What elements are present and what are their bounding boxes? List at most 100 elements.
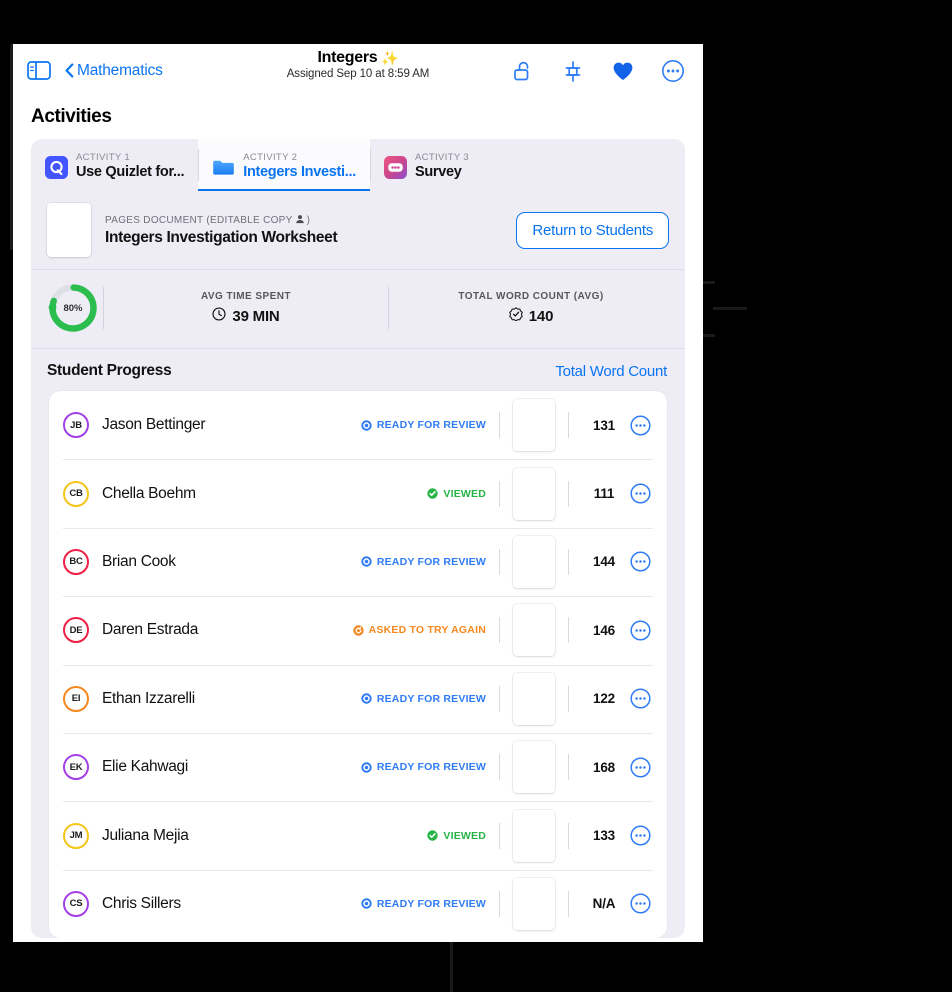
table-row[interactable]: JM Juliana Mejia VIEWED 133	[49, 801, 667, 869]
activity-tab-3[interactable]: ACTIVITY 3 Survey	[369, 139, 508, 191]
back-button[interactable]: Mathematics	[65, 62, 163, 80]
table-row[interactable]: CS Chris Sillers READY FOR REVIEW N/A	[49, 869, 667, 938]
document-row: PAGES DOCUMENT (EDITABLE COPY ) Integers…	[31, 191, 685, 270]
clock-icon	[212, 307, 226, 325]
word-count-value: 168	[593, 759, 615, 775]
ready-circle-icon	[361, 556, 372, 568]
row-more-options-icon[interactable]	[630, 415, 651, 436]
table-row[interactable]: EK Elie Kahwagi READY FOR REVIEW 168	[49, 732, 667, 801]
worksheet-thumbnail[interactable]	[513, 741, 555, 794]
status-label: READY FOR REVIEW	[376, 419, 486, 432]
row-divider	[568, 617, 569, 644]
row-divider	[568, 412, 569, 439]
status-label: READY FOR REVIEW	[376, 897, 486, 910]
row-more-options-icon[interactable]	[630, 825, 651, 846]
status-badge: READY FOR REVIEW	[361, 761, 486, 773]
worksheet-thumbnail[interactable]	[513, 535, 555, 588]
status-badge: READY FOR REVIEW	[361, 898, 486, 910]
return-to-students-button[interactable]: Return to Students	[516, 211, 669, 249]
app-window: Mathematics Integers ✨ Assigned Sep 10 a…	[13, 44, 703, 942]
row-divider	[499, 480, 500, 507]
ready-circle-icon	[361, 693, 372, 704]
worksheet-thumbnail[interactable]	[47, 203, 91, 257]
student-name: Brian Cook	[102, 552, 176, 570]
stat-avg-time-label: AVG TIME SPENT	[200, 291, 291, 302]
total-word-count-link[interactable]: Total Word Count	[555, 363, 667, 380]
avatar: CB	[63, 480, 89, 507]
pages-folder-icon	[212, 156, 235, 179]
worksheet-thumbnail[interactable]	[513, 877, 555, 930]
avatar: DE	[63, 617, 89, 644]
stats-divider-2	[388, 287, 389, 329]
activity-tab-1-label: Use Quizlet for...	[76, 164, 185, 180]
ready-circle-icon	[361, 761, 372, 773]
status-label: ASKED TO TRY AGAIN	[368, 624, 486, 637]
row-more-options-icon[interactable]	[630, 483, 651, 504]
worksheet-thumbnail[interactable]	[513, 604, 555, 657]
status-label: VIEWED	[443, 487, 486, 500]
word-count-value: 146	[593, 622, 615, 638]
row-divider	[568, 754, 569, 781]
status-badge: VIEWED	[427, 830, 486, 842]
worksheet-thumbnail[interactable]	[513, 399, 555, 452]
table-row[interactable]: JB Jason Bettinger READY FOR REVIEW 131	[49, 391, 667, 459]
progress-ring: 80%	[47, 282, 99, 334]
worksheet-thumbnail[interactable]	[513, 672, 555, 725]
row-divider	[568, 685, 569, 712]
checkmark-seal-icon	[509, 307, 523, 325]
status-badge: READY FOR REVIEW	[361, 419, 486, 431]
chevron-left-icon	[65, 63, 74, 78]
activity-card: ACTIVITY 1 Use Quizlet for... ACTIVITY 2…	[31, 139, 685, 939]
word-count-value: 122	[593, 691, 615, 707]
activity-tab-1[interactable]: ACTIVITY 1 Use Quizlet for...	[31, 139, 198, 191]
ready-circle-icon	[361, 419, 372, 431]
status-label: READY FOR REVIEW	[376, 692, 486, 705]
row-more-options-icon[interactable]	[630, 551, 651, 573]
row-divider	[568, 890, 569, 917]
heart-icon[interactable]	[611, 59, 635, 83]
row-divider	[568, 822, 569, 849]
student-progress-title: Student Progress	[47, 362, 172, 379]
progress-percent: 80%	[63, 302, 83, 314]
activities-heading: Activities	[31, 106, 112, 127]
table-row[interactable]: DE Daren Estrada ASKED TO TRY AGAIN 146	[49, 596, 667, 664]
row-more-options-icon[interactable]	[630, 688, 651, 709]
word-count-value: 133	[593, 828, 615, 844]
pin-icon[interactable]	[561, 59, 585, 83]
activity-tab-2[interactable]: ACTIVITY 2 Integers Investi...	[198, 139, 370, 191]
back-label: Mathematics	[77, 61, 163, 79]
navigation-bar: Mathematics Integers ✨ Assigned Sep 10 a…	[13, 44, 703, 97]
callout-right-horizontal	[713, 307, 747, 310]
activity-tab-2-label: Integers Investi...	[243, 164, 356, 180]
avatar: JM	[63, 822, 89, 849]
status-badge: VIEWED	[427, 488, 486, 500]
person-icon	[295, 214, 305, 227]
worksheet-thumbnail[interactable]	[513, 467, 555, 520]
stat-word-count-label: TOTAL WORD COUNT (AVG)	[458, 291, 604, 302]
row-more-options-icon[interactable]	[630, 893, 651, 914]
activity-tab-3-label: Survey	[414, 164, 462, 180]
table-row[interactable]: BC Brian Cook READY FOR REVIEW 144	[49, 527, 667, 596]
avatar: BC	[63, 548, 89, 575]
row-divider	[568, 548, 569, 575]
stat-word-count-value: 140	[528, 307, 554, 325]
activity-tabs: ACTIVITY 1 Use Quizlet for... ACTIVITY 2…	[31, 139, 685, 191]
retry-circle-icon	[352, 625, 364, 636]
word-count-value: 111	[593, 486, 615, 502]
student-name: Chella Boehm	[102, 484, 196, 502]
row-more-options-icon[interactable]	[630, 620, 651, 641]
more-options-icon[interactable]	[661, 59, 685, 83]
row-divider	[499, 617, 500, 644]
unlock-icon[interactable]	[511, 59, 535, 83]
table-row[interactable]: CB Chella Boehm VIEWED 111	[49, 459, 667, 527]
document-kicker: PAGES DOCUMENT (EDITABLE COPY	[105, 214, 293, 226]
worksheet-thumbnail[interactable]	[513, 809, 555, 862]
student-name: Elie Kahwagi	[102, 758, 189, 776]
table-row[interactable]: EI Ethan Izzarelli READY FOR REVIEW 122	[49, 664, 667, 733]
status-badge: READY FOR REVIEW	[361, 556, 486, 568]
status-badge: ASKED TO TRY AGAIN	[352, 624, 486, 637]
stat-avg-time-spent: AVG TIME SPENT 39 MIN	[108, 291, 384, 325]
row-more-options-icon[interactable]	[630, 757, 651, 778]
sidebar-icon[interactable]	[27, 61, 51, 80]
stat-total-word-count: TOTAL WORD COUNT (AVG) 140	[393, 291, 669, 325]
